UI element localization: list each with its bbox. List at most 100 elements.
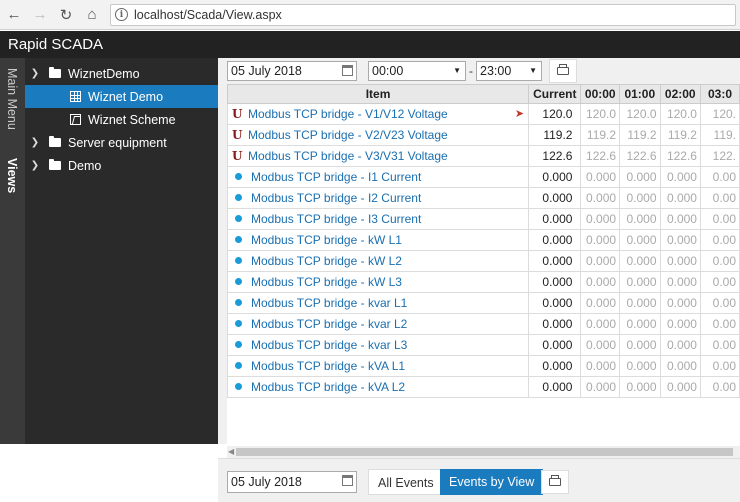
hour-value-cell: 0.000	[580, 166, 621, 188]
dot-icon	[235, 341, 242, 348]
hour-value-cell: 0.000	[659, 334, 701, 356]
hour-value-cell: 119.2	[619, 124, 661, 146]
tab-main-menu-label: Main Menu	[5, 68, 19, 130]
chevron-right-icon[interactable]: ❯	[29, 137, 41, 148]
hour-value-cell: 0.000	[580, 355, 621, 377]
url-text: localhost/Scada/View.aspx	[134, 7, 282, 22]
print-table-button[interactable]	[549, 59, 577, 83]
hour-value-cell: 0.000	[619, 376, 661, 398]
folder-icon	[49, 67, 61, 78]
events-by-view-button[interactable]: Events by View	[440, 469, 544, 495]
scrollbar-thumb[interactable]	[236, 448, 733, 456]
dropdown-arrow-icon: ▼	[453, 66, 461, 75]
hour-value-cell: 120.0	[659, 103, 701, 125]
current-value-cell: 120.0	[528, 103, 582, 125]
tree-node-label: WiznetDemo	[68, 66, 140, 81]
date-input[interactable]: 05 July 2018	[227, 61, 357, 81]
time-from-select[interactable]: 00:00 ▼	[368, 61, 466, 81]
folder-icon	[49, 136, 61, 147]
hour-value-cell: 0.000	[659, 292, 701, 314]
item-link[interactable]: Modbus TCP bridge - kVA L2	[251, 380, 405, 394]
back-arrow-icon[interactable]: ←	[2, 3, 26, 27]
tab-main-menu[interactable]: Main Menu	[0, 68, 25, 148]
hour-value-cell: 0.000	[580, 187, 621, 209]
info-icon[interactable]: i	[115, 8, 128, 21]
item-cell: Modbus TCP bridge - kVA L1	[227, 355, 530, 377]
hour-value-cell: 122.	[699, 145, 740, 167]
item-link[interactable]: Modbus TCP bridge - kvar L1	[251, 296, 407, 310]
item-link[interactable]: Modbus TCP bridge - kvar L3	[251, 338, 407, 352]
column-header-item: Item	[227, 84, 530, 104]
item-link[interactable]: Modbus TCP bridge - kW L2	[251, 254, 402, 268]
chevron-right-icon[interactable]: ❯	[29, 160, 41, 171]
table-icon	[70, 91, 81, 102]
column-header-hour: 02:00	[659, 84, 701, 104]
events-date-input[interactable]: 05 July 2018	[227, 471, 357, 493]
column-header-hour: 03:0	[699, 84, 740, 104]
scroll-left-arrow-icon[interactable]: ◀	[228, 447, 234, 456]
reload-icon[interactable]: ↻	[54, 3, 78, 27]
tree-node-wiznet-demo[interactable]: Wiznet Demo	[25, 85, 218, 108]
hour-value-cell: 0.00	[699, 166, 740, 188]
time-to-select[interactable]: 23:00 ▼	[476, 61, 542, 81]
tree-node-server-equipment[interactable]: ❯ Server equipment	[25, 131, 218, 154]
dot-icon	[235, 257, 242, 264]
tree-node-demo[interactable]: ❯ Demo	[25, 154, 218, 177]
current-value-cell: 0.000	[528, 229, 582, 251]
hour-value-cell: 0.000	[659, 271, 701, 293]
table-row: U Modbus TCP bridge - V2/V23 Voltage 119.2…	[227, 124, 740, 146]
dot-icon	[235, 278, 242, 285]
hour-value-cell: 0.000	[619, 271, 661, 293]
item-link[interactable]: Modbus TCP bridge - kVA L1	[251, 359, 405, 373]
table-row: Modbus TCP bridge - kW L2 0.000 0.000 0.000…	[227, 250, 740, 272]
item-link[interactable]: Modbus TCP bridge - kW L1	[251, 233, 402, 247]
forward-arrow-icon[interactable]: →	[28, 3, 52, 27]
table-row: Modbus TCP bridge - I2 Current 0.000 0.000…	[227, 187, 740, 209]
rocket-icon[interactable]: ➤	[515, 107, 524, 120]
item-link[interactable]: Modbus TCP bridge - kW L3	[251, 275, 402, 289]
hour-value-cell: 0.000	[659, 166, 701, 188]
item-link[interactable]: Modbus TCP bridge - I2 Current	[251, 191, 421, 205]
hour-value-cell: 0.000	[580, 313, 621, 335]
current-value-cell: 0.000	[528, 376, 582, 398]
item-link[interactable]: Modbus TCP bridge - V1/V12 Voltage	[248, 107, 448, 121]
hour-value-cell: 120.0	[580, 103, 621, 125]
item-link[interactable]: Modbus TCP bridge - V3/V31 Voltage	[248, 149, 448, 163]
item-link[interactable]: Modbus TCP bridge - V2/V23 Voltage	[248, 128, 448, 142]
item-link[interactable]: Modbus TCP bridge - I1 Current	[251, 170, 421, 184]
tree-node-wiznetdemo[interactable]: ❯ WiznetDemo	[25, 62, 218, 85]
dot-icon	[235, 236, 242, 243]
views-tree: ❯ WiznetDemo Wiznet Demo Wiznet Scheme ❯…	[25, 58, 218, 444]
address-bar[interactable]: i localhost/Scada/View.aspx	[110, 3, 736, 26]
hour-value-cell: 0.000	[659, 250, 701, 272]
item-link[interactable]: Modbus TCP bridge - I3 Current	[251, 212, 421, 226]
current-value-cell: 0.000	[528, 271, 582, 293]
tree-node-wiznet-scheme[interactable]: Wiznet Scheme	[25, 108, 218, 131]
browser-toolbar: ← → ↻ ⌂ i localhost/Scada/View.aspx	[0, 0, 740, 30]
time-from-value: 00:00	[372, 64, 404, 78]
date-value: 05 July 2018	[231, 64, 302, 78]
calendar-icon[interactable]	[342, 65, 353, 76]
calendar-icon[interactable]	[342, 475, 353, 486]
current-value-cell: 119.2	[528, 124, 582, 146]
hour-value-cell: 122.6	[619, 145, 661, 167]
home-icon[interactable]: ⌂	[80, 3, 104, 27]
table-row: U Modbus TCP bridge - V1/V12 Voltage ➤ 120.…	[227, 103, 740, 125]
dot-icon	[235, 215, 242, 222]
item-cell: Modbus TCP bridge - I1 Current	[227, 166, 530, 188]
horizontal-scrollbar[interactable]: ◀	[227, 446, 740, 458]
events-date-value: 05 July 2018	[231, 475, 302, 489]
all-events-button[interactable]: All Events	[368, 469, 444, 495]
print-events-button[interactable]	[541, 470, 569, 494]
tab-views[interactable]: Views	[0, 158, 25, 208]
hour-value-cell: 0.000	[580, 229, 621, 251]
chevron-down-icon[interactable]: ❯	[29, 68, 41, 79]
item-link[interactable]: Modbus TCP bridge - kvar L2	[251, 317, 407, 331]
hour-value-cell: 119.2	[659, 124, 701, 146]
current-value-cell: 122.6	[528, 145, 582, 167]
current-value-cell: 0.000	[528, 313, 582, 335]
data-table-container[interactable]: Item Current 00:00 01:00 02:00 03:0 U Mod…	[227, 84, 740, 446]
item-cell: U Modbus TCP bridge - V1/V12 Voltage ➤	[227, 103, 530, 125]
item-cell: Modbus TCP bridge - kW L3	[227, 271, 530, 293]
current-value-cell: 0.000	[528, 292, 582, 314]
